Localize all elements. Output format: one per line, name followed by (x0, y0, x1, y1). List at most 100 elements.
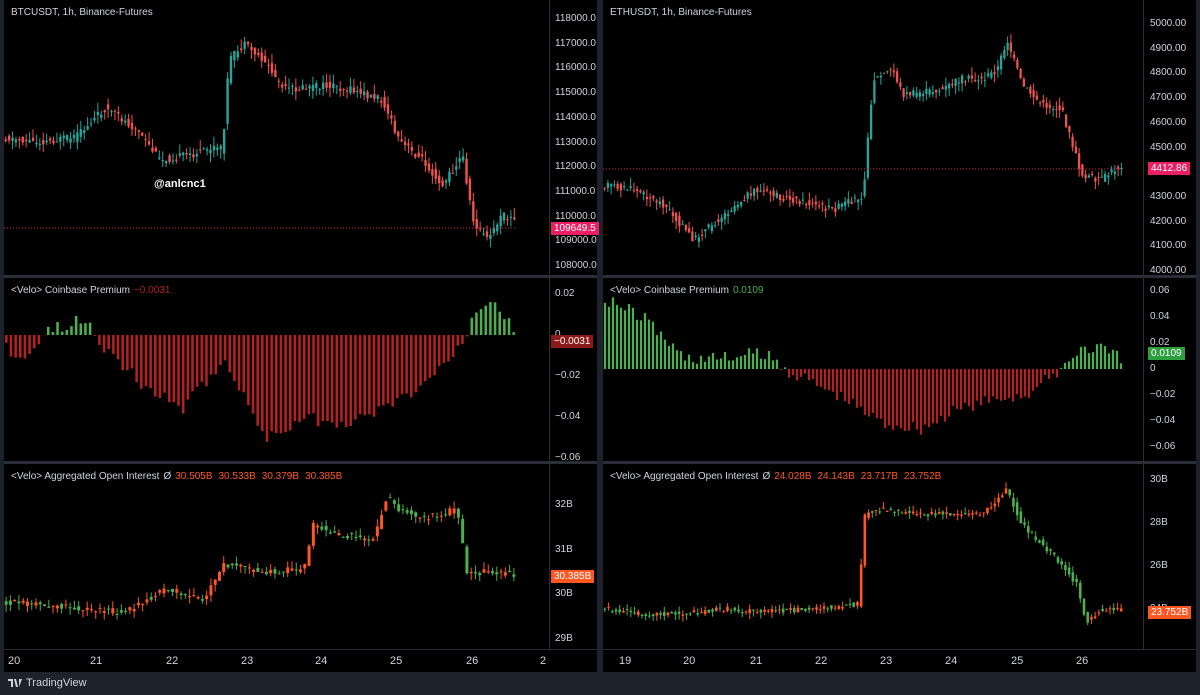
candle-body (431, 513, 435, 515)
candle-body (468, 178, 472, 201)
candle-body (158, 590, 162, 593)
candle-body (1103, 173, 1107, 182)
candle-body (1034, 536, 1038, 540)
candle-body (134, 128, 137, 130)
brand-label[interactable]: TradingView (26, 677, 87, 689)
candle-body (847, 199, 850, 204)
candle-body (770, 609, 774, 613)
candle-body (128, 607, 132, 611)
candle-body (455, 166, 458, 170)
premium-axis-border (549, 278, 550, 461)
candle-body (707, 224, 710, 228)
candle-body (341, 536, 345, 538)
candle-body (69, 138, 72, 143)
oi-visibility-icon[interactable]: Ø (163, 471, 171, 482)
axis-tick-label: 112000.0 (555, 161, 596, 173)
eth-time-axis[interactable]: 19 20 21 22 23 24 25 26 (603, 649, 1196, 672)
candle-body (1068, 126, 1071, 133)
eth-premium-histogram (603, 297, 1123, 435)
candle-body (51, 605, 55, 607)
candle-body (294, 87, 298, 92)
candle-body (1084, 174, 1087, 179)
candle-body (236, 51, 240, 58)
candle-body (38, 602, 42, 605)
candle-body (409, 510, 413, 515)
candle-body (8, 600, 12, 605)
candle-body (145, 599, 149, 603)
btc-price-pane[interactable]: BTCUSDT, 1h, Binance-Futures @anlcnc1 11… (4, 0, 599, 275)
candle-body (465, 546, 469, 574)
btc-oi-pane[interactable]: <Velo> Aggregated Open Interest Ø 30.505B 3… (4, 464, 597, 650)
btc-premium-pane[interactable]: <Velo> Coinbase Premium−0.0031 0.020−0.0… (4, 278, 597, 463)
candle-body (469, 571, 473, 574)
candle-body (229, 55, 233, 84)
candle-body (499, 571, 503, 573)
candle-body (260, 571, 264, 573)
candle-body (239, 564, 243, 567)
candle-body (1003, 50, 1006, 59)
time-label: 23 (880, 655, 893, 667)
candle-body (325, 82, 328, 88)
candle-body (902, 88, 905, 98)
candle-body (321, 82, 325, 89)
candle-body (465, 158, 468, 184)
candle-body (359, 88, 362, 94)
btc-time-axis[interactable]: 20 21 22 23 24 25 26 2 (4, 649, 597, 672)
candle-body (815, 607, 818, 610)
candle-body (978, 515, 982, 517)
candle-body (495, 572, 499, 575)
candle-body (626, 189, 629, 191)
eth-price-pane[interactable]: ETHUSDT, 1h, Binance-Futures 5000.00 4900… (603, 0, 1196, 276)
candle-body (912, 90, 915, 96)
candle-body (1052, 552, 1056, 555)
candle-body (333, 531, 337, 533)
candle-body (106, 104, 110, 110)
candle-body (629, 610, 633, 613)
eth-premium-pane[interactable]: <Velo> Coinbase Premium 0.0109 0.06 0.04 0.… (603, 278, 1196, 461)
candle-body (256, 568, 260, 572)
btc-chart[interactable]: BTCUSDT, 1h, Binance-Futures @anlcnc1 11… (4, 0, 599, 672)
candle-body (328, 532, 332, 534)
candle-body (934, 90, 938, 93)
candle-body (814, 201, 818, 205)
eth-oi-pane[interactable]: <Velo> Aggregated Open Interest Ø 24.028B 2… (603, 464, 1196, 650)
candle-body (384, 501, 388, 511)
candle-body (930, 511, 934, 514)
candle-body (72, 134, 76, 139)
candle-body (737, 609, 740, 612)
candle-body (1056, 557, 1060, 563)
candle-body (848, 603, 852, 605)
candle-body (685, 613, 688, 615)
candle-body (841, 607, 844, 609)
candle-body (934, 513, 937, 516)
candle-body (756, 187, 759, 193)
candle-body (102, 611, 106, 613)
candle-body (908, 511, 911, 513)
axis-tick-label: 30B (555, 588, 573, 599)
candle-body (722, 610, 726, 612)
oi-visibility-icon[interactable]: Ø (762, 471, 770, 482)
candle-body (38, 143, 42, 145)
candle-body (1019, 511, 1023, 524)
tradingview-logo-icon[interactable] (8, 678, 22, 688)
candle-body (1082, 598, 1086, 615)
candle-body (670, 612, 674, 614)
candle-body (1008, 489, 1012, 496)
candle-body (795, 196, 798, 199)
candle-body (772, 190, 775, 197)
candle-body (154, 148, 158, 152)
candle-body (1090, 617, 1093, 620)
candle-body (694, 235, 697, 237)
candle-body (752, 188, 756, 196)
candle-body (171, 160, 175, 162)
eth-chart[interactable]: ETHUSDT, 1h, Binance-Futures 5000.00 4900… (603, 0, 1196, 672)
candle-body (362, 91, 366, 96)
axis-tick-label: 108000.0 (555, 260, 597, 271)
candle-body (48, 138, 52, 141)
candle-body (65, 135, 69, 140)
candle-body (435, 516, 439, 518)
candle-body (349, 86, 352, 93)
axis-tick-label: −0.02 (1150, 389, 1176, 400)
candle-body (785, 608, 789, 610)
candle-body (294, 569, 298, 571)
